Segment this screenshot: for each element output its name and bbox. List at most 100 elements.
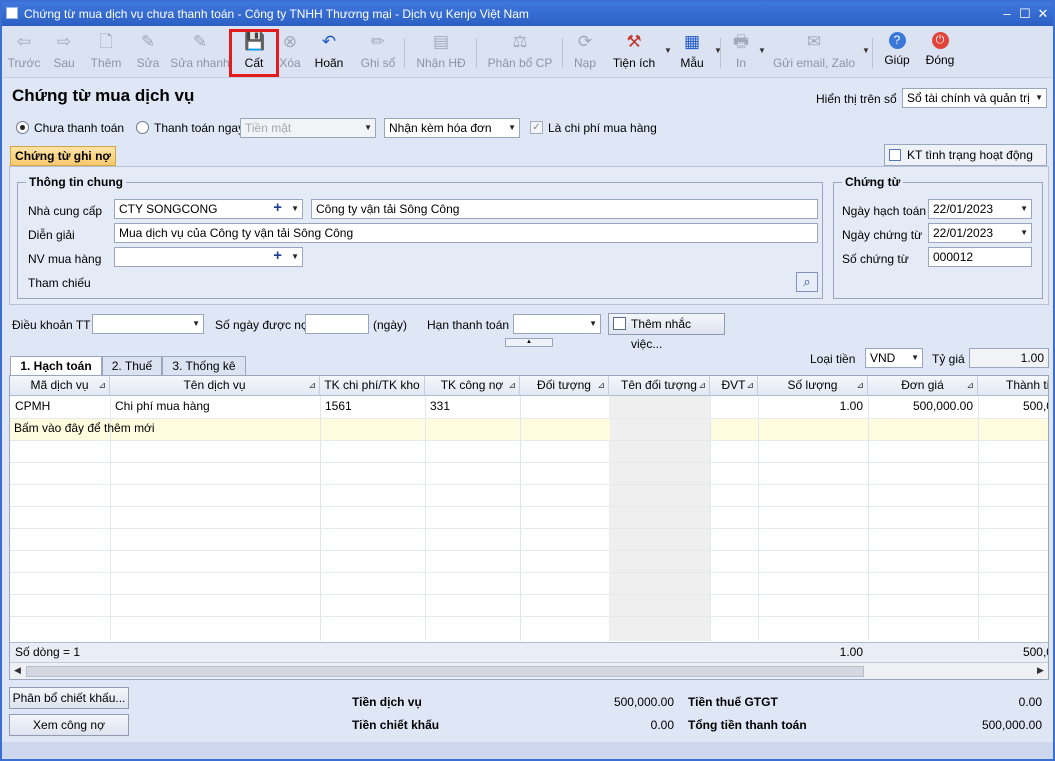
discount-value: 0.00 [650,718,674,732]
column-header-object[interactable]: Đối tượng ⊿ [520,376,609,396]
voucher-no-input[interactable]: 000012 [928,247,1032,267]
help-button[interactable]: ? Giúp [880,30,914,74]
cancel-button[interactable]: ↶ Hoãn [310,30,348,74]
cell-amount[interactable]: 500,000.00 [978,396,1048,418]
column-header-service-name[interactable]: Tên dịch vụ ⊿ [110,376,320,396]
send-email-button[interactable]: ✉ Gửi email, Zalo [770,30,858,74]
supplier-code-input[interactable]: CTY SONGCONG + ▼ [114,199,303,219]
currency-label: Loại tiền [810,352,856,366]
column-header-payable-account[interactable]: TK công nợ ⊿ [425,376,520,396]
row-divider [10,506,1048,507]
cell-unit[interactable] [710,396,758,418]
cell-object[interactable] [520,396,609,418]
cell-payable-account[interactable]: 331 [425,396,520,418]
print-button[interactable]: 🖶 In [726,30,756,74]
supplier-name-input[interactable]: Công ty vận tải Sông Công [311,199,818,219]
template-button[interactable]: ▦ Mẫu [674,30,710,74]
add-icon[interactable]: + [273,248,282,265]
payment-terms-select[interactable]: ▼ [92,314,204,334]
zoom-icon[interactable]: ⌕ [796,272,818,292]
column-header-object-name[interactable]: Tên đối tượng ⊿ [609,376,710,396]
due-date-input[interactable]: ▼ [513,314,601,334]
discount-label: Tiền chiết khấu [352,718,440,732]
cell-quantity[interactable]: 1.00 [758,396,868,418]
edit-button[interactable]: ✎ Sửa [132,30,164,74]
credit-days-input[interactable] [305,314,369,334]
allocate-discount-button[interactable]: Phân bổ chiết khấu... [9,687,129,709]
cell-service-code[interactable]: CPMH [10,396,110,418]
add-reminder-button[interactable]: Thêm nhắc việc... [608,313,725,351]
tab-debit-voucher[interactable]: Chứng từ ghi nợ [10,146,116,166]
template-dropdown[interactable]: ▼ [710,30,722,74]
column-header-quantity[interactable]: Số lượng ⊿ [758,376,868,396]
posting-date-input[interactable]: 22/01/2023 ▼ [928,199,1032,219]
next-button[interactable]: ⇨ Sau [46,30,82,74]
exchange-rate-input[interactable]: 1.00 [969,348,1049,368]
display-on-ledger-select[interactable]: Sổ tài chính và quản trị ▼ [902,88,1047,108]
service-amount-label: Tiền dịch vụ [352,695,422,709]
description-input[interactable]: Mua dịch vụ của Công ty vận tải Sông Côn… [114,223,818,243]
tab-statistics[interactable]: 3. Thống kê [162,356,246,376]
maximize-icon[interactable]: ☐ [1016,5,1034,23]
purchasing-staff-input[interactable]: + ▼ [114,247,303,267]
column-header-service-code[interactable]: Mã dịch vụ ⊿ [10,376,110,396]
tools-icon: ⚒ [626,32,642,51]
cell-unit-price[interactable]: 500,000.00 [868,396,978,418]
allocate-cost-button[interactable]: ⚖ Phân bổ CP [484,30,556,74]
scroll-right-icon[interactable]: ▶ [1037,665,1044,676]
pin-icon[interactable]: ⊿ [746,376,754,395]
cell-expense-account[interactable]: 1561 [320,396,425,418]
delete-button[interactable]: ⊗ Xóa [276,30,304,74]
horizontal-scrollbar[interactable]: ◀ ▶ [10,662,1048,679]
description-label: Diễn giải [28,228,75,242]
is-purchase-cost-checkbox[interactable]: ✓ [530,121,543,134]
display-on-ledger-label: Hiển thị trên sổ [816,92,897,106]
minimize-icon[interactable]: – [998,5,1016,23]
view-debt-button[interactable]: Xem công nợ [9,714,129,736]
column-header-amount[interactable]: Thành tiền [978,376,1048,396]
currency-select[interactable]: VND ▼ [865,348,923,368]
pin-icon[interactable]: ⊿ [597,376,605,395]
tab-accounting[interactable]: 1. Hạch toán [10,356,102,377]
utilities-dropdown[interactable]: ▼ [660,30,672,74]
payment-method-select[interactable]: Tiền mặt ▼ [240,118,376,138]
scroll-left-icon[interactable]: ◀ [14,665,21,676]
new-row-right[interactable] [710,419,1048,440]
cell-object-name[interactable] [609,396,710,418]
receive-invoice-button[interactable]: ▤ Nhận HĐ [412,30,470,74]
invoice-option-select[interactable]: Nhận kèm hóa đơn ▼ [384,118,520,138]
post-button[interactable]: ✏ Ghi sổ [356,30,400,74]
reload-button[interactable]: ⟳ Nạp [568,30,602,74]
pin-icon[interactable]: ⊿ [98,376,106,395]
utilities-button[interactable]: ⚒ Tiện ích [608,30,660,74]
column-header-unit[interactable]: ĐVT ⊿ [710,376,758,396]
unpaid-radio[interactable] [16,121,29,134]
quick-edit-button[interactable]: ✎ Sửa nhanh [170,30,230,74]
check-business-status-button[interactable]: KT tình trạng hoạt động DN [884,144,1047,182]
close-icon[interactable]: ✕ [1034,5,1052,23]
scrollbar-thumb[interactable] [26,666,864,677]
pin-icon[interactable]: ⊿ [698,376,706,395]
column-header-unit-price[interactable]: Đơn giá ⊿ [868,376,978,396]
print-dropdown[interactable]: ▼ [754,30,766,74]
payment-terms-label: Điều khoản TT [12,318,91,332]
pin-icon[interactable]: ⊿ [508,376,516,395]
close-button[interactable]: ⏻ Đóng [922,30,958,74]
column-header-expense-account[interactable]: TK chi phí/TK kho [320,376,425,396]
credit-days-label: Số ngày được nợ [215,318,309,332]
save-button-highlight [229,29,279,77]
send-email-dropdown[interactable]: ▼ [858,30,870,74]
voucher-date-input[interactable]: 22/01/2023 ▼ [928,223,1032,243]
collapse-toggle[interactable]: ▲ [505,338,553,347]
add-button[interactable]: 🗋 Thêm [86,30,126,74]
prev-button[interactable]: ⇦ Trước [4,30,44,74]
tab-tax[interactable]: 2. Thuế [102,356,162,376]
pin-icon[interactable]: ⊿ [308,376,316,395]
pin-icon[interactable]: ⊿ [966,376,974,395]
add-icon[interactable]: + [273,200,282,217]
cell-service-name[interactable]: Chi phí mua hàng [110,396,320,418]
pin-icon[interactable]: ⊿ [856,376,864,395]
new-row-hint[interactable]: Bấm vào đây để thêm mới [10,418,310,440]
pay-now-radio[interactable] [136,121,149,134]
allocate-cost-icon: ⚖ [512,32,528,51]
